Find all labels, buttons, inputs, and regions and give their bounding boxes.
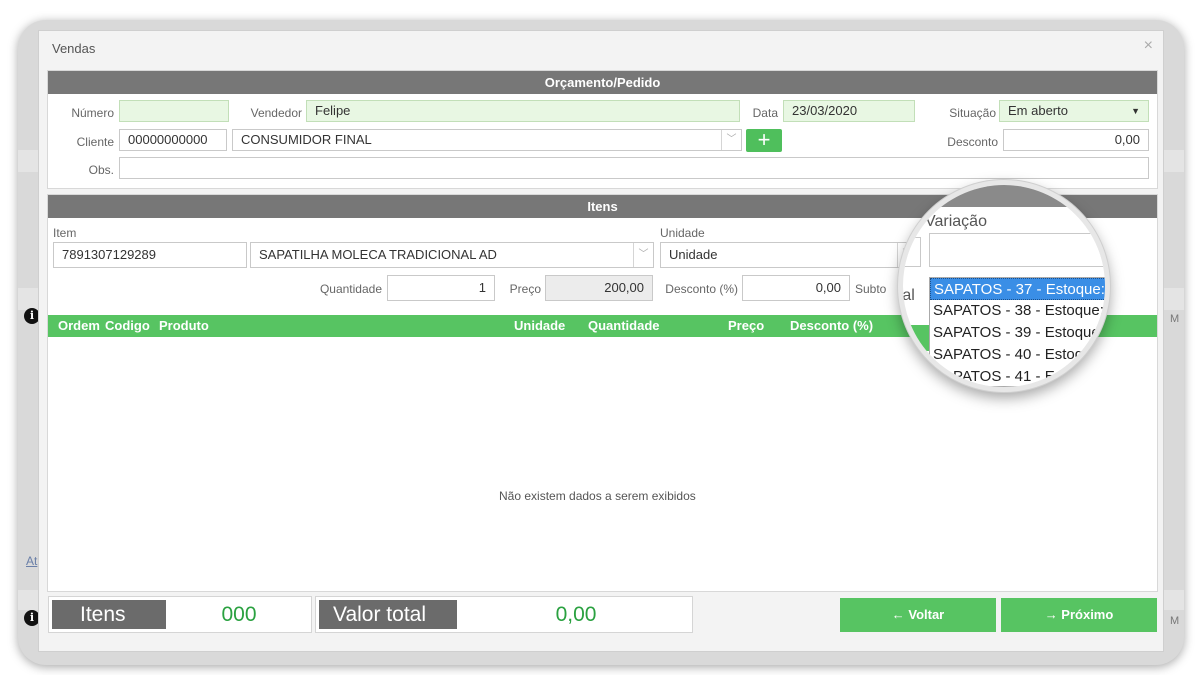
magnified-grid-header [903, 325, 933, 351]
grid-empty-message: Não existem dados a serem exibidos [499, 489, 696, 503]
background-side-text: M [1170, 615, 1180, 627]
itens-counter-label: Itens [52, 600, 166, 629]
itens-counter-value: 000 [221, 603, 257, 626]
order-section: Orçamento/Pedido Número Vendedor Felipe … [47, 70, 1158, 189]
preco-label: Preço [509, 282, 541, 296]
close-icon[interactable]: × [1144, 37, 1153, 55]
add-client-button[interactable]: + [746, 129, 782, 152]
column-header-preco[interactable]: Preço [728, 315, 764, 337]
magnified-section-bar [903, 185, 1105, 207]
order-section-title: Orçamento/Pedido [48, 71, 1157, 94]
preco-field[interactable]: 200,00 [545, 275, 653, 301]
column-header-unidade[interactable]: Unidade [514, 315, 565, 337]
unidade-combo[interactable]: Unidade ﹀ [660, 242, 918, 268]
chevron-down-icon: ▼ [1131, 106, 1140, 116]
variacao-option[interactable]: SAPATOS - 39 - Estoque: [930, 322, 1105, 344]
background-link[interactable]: At [26, 554, 37, 568]
desconto-field[interactable]: 0,00 [1003, 129, 1149, 151]
variacao-option[interactable]: SAPATOS - 40 - Estoque [930, 344, 1105, 366]
cliente-code-field[interactable]: 00000000000 [119, 129, 227, 151]
valor-total-label: Valor total [319, 600, 457, 629]
variacao-option[interactable]: SAPATOS - 37 - Estoque: 0 [930, 278, 1105, 300]
column-header-ordem[interactable]: Ordem [58, 315, 100, 337]
column-header-quantidade[interactable]: Quantidade [588, 315, 660, 337]
item-name-combo[interactable]: SAPATILHA MOLECA TRADICIONAL AD ﹀ [250, 242, 654, 268]
quantidade-label: Quantidade [319, 282, 382, 296]
vendedor-label: Vendedor [250, 106, 302, 120]
desconto-label: Desconto [947, 135, 998, 149]
chevron-down-icon[interactable]: ﹀ [633, 243, 653, 267]
obs-label: Obs. [88, 163, 114, 177]
variacao-option[interactable]: SAPATOS - 38 - Estoque: [930, 300, 1105, 322]
valor-total-box: Valor total 0,00 [315, 596, 693, 633]
situacao-label: Situação [949, 106, 996, 120]
modal-title: Vendas [52, 41, 96, 56]
proximo-button[interactable]: → Próximo [1001, 598, 1157, 632]
quantidade-field[interactable]: 1 [387, 275, 495, 301]
chevron-down-icon[interactable]: ﹀ [721, 130, 741, 150]
column-header-codigo[interactable]: Codigo [105, 315, 150, 337]
desconto-pct-label: Desconto (%) [665, 282, 738, 296]
item-name-value: SAPATILHA MOLECA TRADICIONAL AD [259, 247, 497, 262]
obs-field[interactable] [119, 157, 1149, 179]
variacao-label: Variação [925, 213, 987, 230]
cliente-label: Cliente [76, 135, 114, 149]
numero-field[interactable] [119, 100, 229, 122]
desconto-pct-field[interactable]: 0,00 [742, 275, 850, 301]
subtotal-label-magnified: otal [898, 287, 915, 304]
background-side-text: M [1170, 313, 1180, 325]
cliente-name-value: CONSUMIDOR FINAL [241, 132, 372, 147]
voltar-button[interactable]: ← Voltar [840, 598, 996, 632]
variacao-combo[interactable]: ﹀ [929, 233, 1105, 267]
column-header-desconto[interactable]: Desconto (%) [790, 315, 873, 337]
vendedor-field[interactable]: Felipe [306, 100, 740, 122]
item-label: Item [53, 226, 77, 240]
column-header-produto[interactable]: Produto [159, 315, 209, 337]
data-field[interactable]: 23/03/2020 [783, 100, 915, 122]
cliente-name-combo[interactable]: CONSUMIDOR FINAL ﹀ [232, 129, 742, 151]
pager-icons[interactable]: «‹ › » [1075, 371, 1096, 381]
numero-label: Número [71, 106, 114, 120]
magnifier-callout: Variação ﹀ otal SAPATOS - 37 - Estoque: … [898, 180, 1110, 392]
item-code-field[interactable]: 7891307129289 [53, 242, 247, 268]
data-label: Data [752, 106, 778, 120]
unidade-label: Unidade [660, 226, 705, 240]
modal-header: Vendas × [39, 31, 1163, 65]
situacao-value: Em aberto [1008, 103, 1068, 118]
itens-counter: Itens 000 [48, 596, 312, 633]
situacao-select[interactable]: Em aberto ▼ [999, 100, 1149, 122]
valor-total-value: 0,00 [555, 603, 597, 626]
subtotal-label: Subto [855, 282, 887, 296]
unidade-value: Unidade [669, 247, 718, 262]
